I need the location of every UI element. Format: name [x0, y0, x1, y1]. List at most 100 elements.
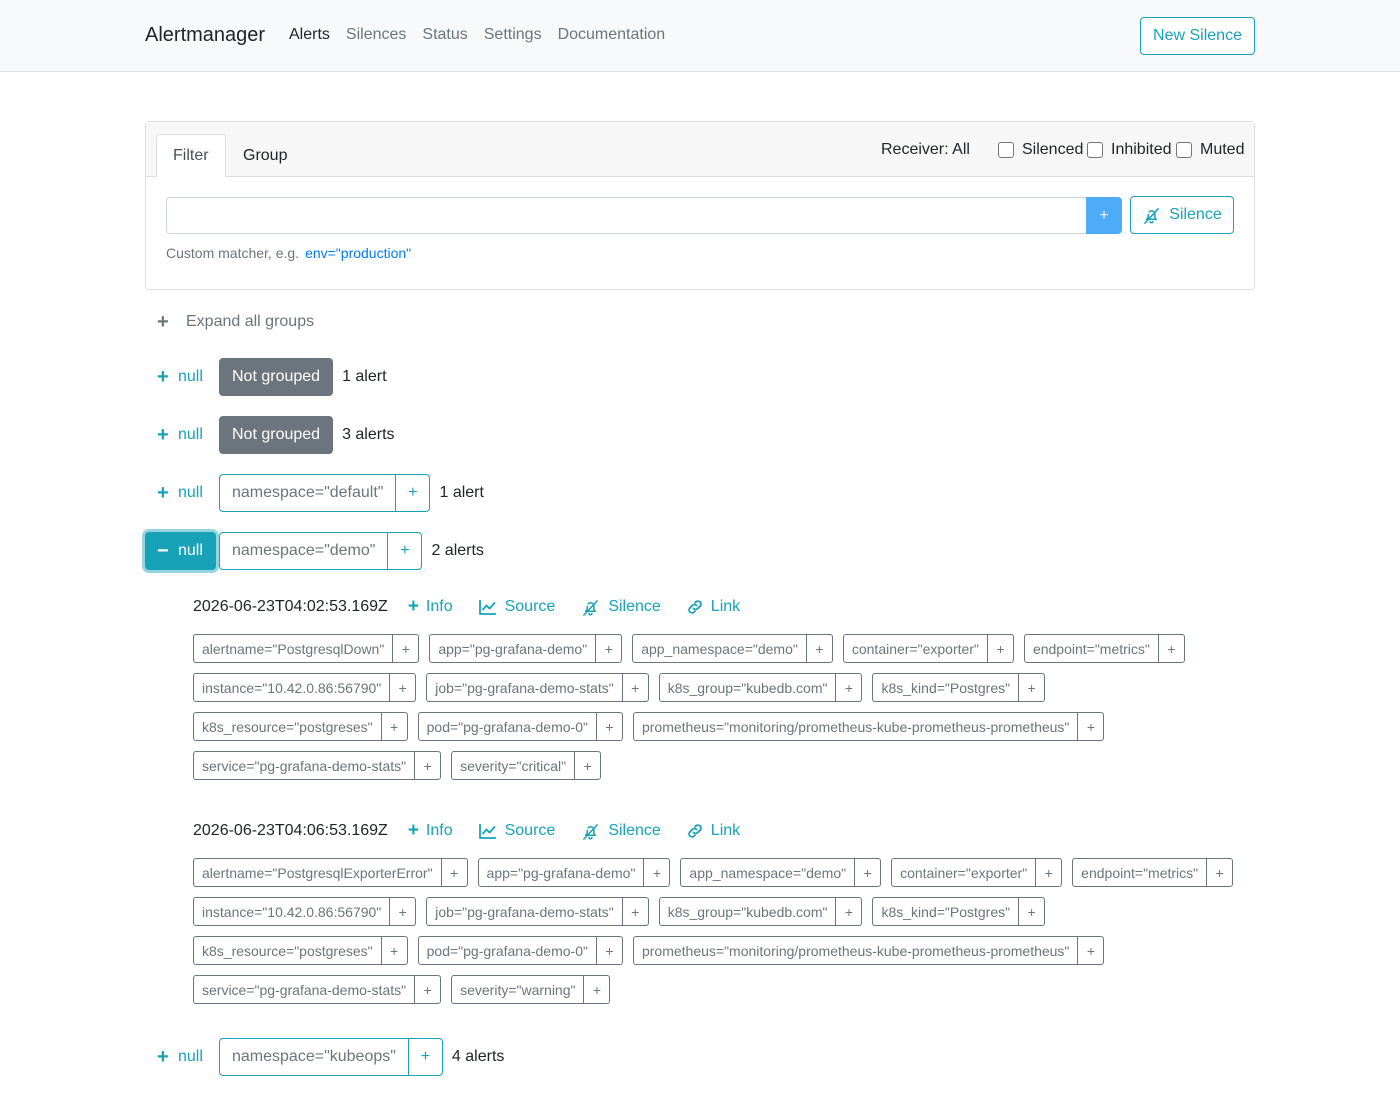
- label-row: k8s_resource="postgreses" + pod="pg-grafa…: [193, 712, 1255, 741]
- group-label: namespace="kubeops" +: [219, 1038, 443, 1076]
- silence-alert-button[interactable]: Silence: [581, 598, 661, 617]
- label-chip-text[interactable]: app="pg-grafana-demo": [477, 858, 645, 887]
- label-chip-add-button[interactable]: +: [1019, 673, 1046, 702]
- silence-alert-button[interactable]: Silence: [581, 822, 661, 841]
- label-chip-add-button[interactable]: +: [390, 673, 417, 702]
- label-chip-add-button[interactable]: +: [1019, 897, 1046, 926]
- filter-input[interactable]: [166, 197, 1087, 234]
- checkbox-box[interactable]: [1087, 142, 1103, 158]
- label-chip-add-button[interactable]: +: [1036, 858, 1063, 887]
- label-chip-add-button[interactable]: +: [644, 858, 671, 887]
- group-toggle-button[interactable]: − null: [145, 532, 216, 570]
- label-chip-text[interactable]: k8s_group="kubedb.com": [658, 897, 837, 926]
- group-toggle-button[interactable]: + null: [145, 358, 216, 396]
- label-chip-add-button[interactable]: +: [836, 897, 863, 926]
- label-chip-text[interactable]: k8s_resource="postgreses": [193, 712, 382, 741]
- label-chip-text[interactable]: k8s_kind="Postgres": [872, 897, 1020, 926]
- label-chip-text[interactable]: severity="critical": [451, 751, 576, 780]
- label-chip-add-button[interactable]: +: [1078, 936, 1105, 965]
- label-chip-add-button[interactable]: +: [622, 673, 649, 702]
- checkbox-box[interactable]: [1176, 142, 1192, 158]
- matcher-hint: Custom matcher, e.g. env="production": [166, 245, 411, 261]
- label-chip-add-button[interactable]: +: [415, 751, 442, 780]
- add-label-filter-button[interactable]: +: [387, 532, 423, 570]
- source-button[interactable]: Source: [478, 598, 555, 616]
- label-chip-add-button[interactable]: +: [390, 897, 417, 926]
- label-chip-text[interactable]: instance="10.42.0.86:56790": [193, 673, 391, 702]
- label-chip-add-button[interactable]: +: [1158, 634, 1185, 663]
- matcher-hint-example[interactable]: env="production": [305, 245, 411, 261]
- label-chip-add-button[interactable]: +: [381, 712, 408, 741]
- label-chip-text[interactable]: app="pg-grafana-demo": [429, 634, 597, 663]
- receiver-selector[interactable]: Receiver: All: [881, 141, 970, 159]
- label-chip-text[interactable]: pod="pg-grafana-demo-0": [417, 936, 597, 965]
- add-label-filter-button[interactable]: +: [407, 1038, 443, 1076]
- silenced-checkbox[interactable]: Silenced: [998, 141, 1083, 159]
- source-button[interactable]: Source: [478, 822, 555, 840]
- group-label-text[interactable]: namespace="default": [219, 474, 397, 512]
- new-silence-button[interactable]: New Silence: [1140, 17, 1255, 55]
- label-chip-text[interactable]: alertname="PostgresqlDown": [193, 634, 394, 663]
- tab-filter[interactable]: Filter: [156, 134, 226, 178]
- label-chip-text[interactable]: job="pg-grafana-demo-stats": [426, 673, 623, 702]
- label-chip-text[interactable]: app_namespace="demo": [632, 634, 807, 663]
- label-chip-add-button[interactable]: +: [622, 897, 649, 926]
- label-chip-add-button[interactable]: +: [393, 634, 420, 663]
- add-filter-button[interactable]: +: [1086, 197, 1122, 234]
- nav-silences[interactable]: Silences: [346, 26, 406, 44]
- label-chip-add-button[interactable]: +: [596, 634, 623, 663]
- add-label-filter-button[interactable]: +: [395, 474, 431, 512]
- label-chip-add-button[interactable]: +: [584, 975, 611, 1004]
- label-chip-text[interactable]: container="exporter": [891, 858, 1037, 887]
- label-chip-add-button[interactable]: +: [441, 858, 468, 887]
- group-label-text[interactable]: namespace="kubeops": [219, 1038, 409, 1076]
- label-chip-add-button[interactable]: +: [381, 936, 408, 965]
- label-chip-text[interactable]: service="pg-grafana-demo-stats": [193, 751, 416, 780]
- label-chip-add-button[interactable]: +: [855, 858, 882, 887]
- label-chip-text[interactable]: pod="pg-grafana-demo-0": [417, 712, 597, 741]
- muted-checkbox[interactable]: Muted: [1176, 141, 1244, 159]
- label-chip-add-button[interactable]: +: [596, 936, 623, 965]
- label-chip-text[interactable]: endpoint="metrics": [1023, 634, 1159, 663]
- label-chip-text[interactable]: endpoint="metrics": [1072, 858, 1208, 887]
- group-toggle-button[interactable]: + null: [145, 1038, 216, 1076]
- brand[interactable]: Alertmanager: [145, 24, 265, 47]
- nav-documentation[interactable]: Documentation: [558, 26, 666, 44]
- nav-status[interactable]: Status: [422, 26, 467, 44]
- alert-labels: alertname="PostgresqlExporterError" + app…: [193, 858, 1255, 1014]
- expand-all-groups[interactable]: + Expand all groups: [157, 312, 314, 332]
- label-chip-text[interactable]: service="pg-grafana-demo-stats": [193, 975, 416, 1004]
- label-chip-add-button[interactable]: +: [806, 634, 833, 663]
- label-chip-add-button[interactable]: +: [596, 712, 623, 741]
- label-chip-text[interactable]: instance="10.42.0.86:56790": [193, 897, 391, 926]
- label-chip-text[interactable]: prometheus="monitoring/prometheus-kube-p…: [632, 936, 1079, 965]
- tab-group[interactable]: Group: [227, 134, 303, 177]
- label-chip-text[interactable]: k8s_kind="Postgres": [872, 673, 1020, 702]
- label-chip-text[interactable]: k8s_resource="postgreses": [193, 936, 382, 965]
- label-chip-add-button[interactable]: +: [415, 975, 442, 1004]
- silence-filter-button[interactable]: Silence: [1130, 196, 1234, 234]
- label-chip-text[interactable]: app_namespace="demo": [680, 858, 856, 887]
- label-chip-text[interactable]: container="exporter": [842, 634, 988, 663]
- label-chip-add-button[interactable]: +: [987, 634, 1014, 663]
- label-chip-add-button[interactable]: +: [1078, 712, 1105, 741]
- nav-settings[interactable]: Settings: [484, 26, 542, 44]
- label-chip-text[interactable]: k8s_group="kubedb.com": [658, 673, 837, 702]
- link-button[interactable]: Link: [687, 598, 740, 616]
- label-chip-add-button[interactable]: +: [836, 673, 863, 702]
- inhibited-checkbox[interactable]: Inhibited: [1087, 141, 1172, 159]
- nav-alerts[interactable]: Alerts: [289, 26, 330, 44]
- label-chip-add-button[interactable]: +: [575, 751, 602, 780]
- label-chip-text[interactable]: severity="warning": [451, 975, 585, 1004]
- label-chip-text[interactable]: job="pg-grafana-demo-stats": [426, 897, 623, 926]
- label-chip-text[interactable]: prometheus="monitoring/prometheus-kube-p…: [632, 712, 1079, 741]
- checkbox-box[interactable]: [998, 142, 1014, 158]
- group-toggle-button[interactable]: + null: [145, 474, 216, 512]
- group-label-text[interactable]: namespace="demo": [219, 532, 389, 570]
- label-chip-add-button[interactable]: +: [1207, 858, 1234, 887]
- label-chip-text[interactable]: alertname="PostgresqlExporterError": [193, 858, 442, 887]
- info-button[interactable]: + Info: [408, 597, 453, 616]
- link-button[interactable]: Link: [687, 822, 740, 840]
- info-button[interactable]: + Info: [408, 821, 453, 840]
- group-toggle-button[interactable]: + null: [145, 416, 216, 454]
